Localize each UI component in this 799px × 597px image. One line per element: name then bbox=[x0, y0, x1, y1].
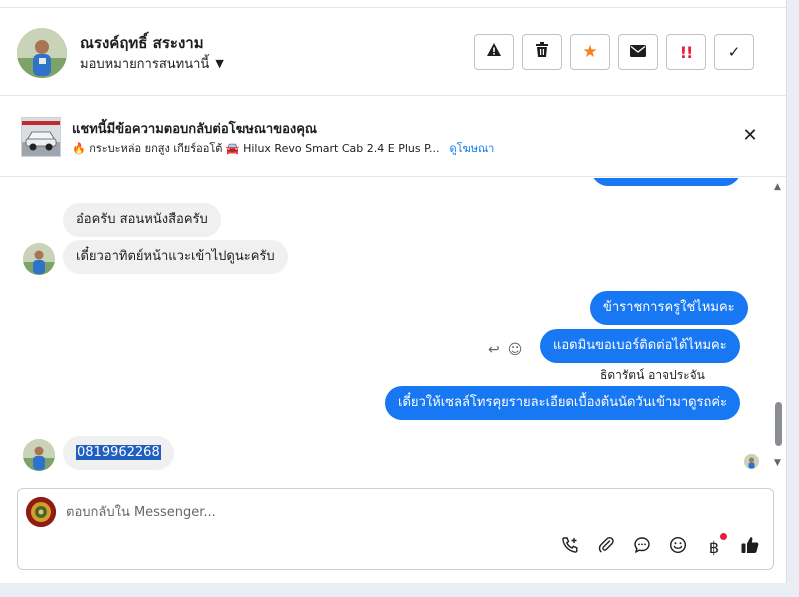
selected-phone-number[interactable]: 0819962268 bbox=[76, 445, 161, 460]
page-avatar bbox=[26, 497, 56, 527]
close-icon[interactable]: ✕ bbox=[740, 126, 760, 146]
emoji-button[interactable] bbox=[667, 536, 689, 558]
delete-button[interactable] bbox=[522, 34, 562, 70]
ad-notice-title: แชทนี้มีข้อความตอบกลับต่อโฆษณาของคุณ bbox=[72, 122, 317, 137]
sender-name: ธิดารัตน์ อาจประจัน bbox=[600, 368, 705, 382]
previous-outgoing-bubble bbox=[591, 178, 741, 186]
star-button[interactable]: ★ bbox=[570, 34, 610, 70]
attach-button[interactable] bbox=[595, 536, 617, 558]
star-icon: ★ bbox=[582, 42, 598, 62]
thumbs-up-icon bbox=[740, 535, 760, 559]
header-actions: ★ !! ✓ bbox=[474, 34, 754, 70]
message-thread: อ๋อครับ สอนหนังสือครับ เดี๋ยวอาทิตย์หน้า… bbox=[0, 178, 787, 480]
conversation-header: ณรงค์ฤทธิ์ สระงาม มอบหมายการสนทนานี้ ▼ ★ bbox=[0, 8, 787, 96]
reply-input[interactable] bbox=[66, 503, 566, 521]
call-button[interactable] bbox=[559, 536, 581, 558]
mail-icon bbox=[630, 43, 646, 61]
contact-name[interactable]: ณรงค์ฤทธิ์ สระงาม bbox=[80, 31, 204, 55]
contact-avatar[interactable] bbox=[17, 28, 67, 78]
ad-reply-notice: แชทนี้มีข้อความตอบกลับต่อโฆษณาของคุณ 🔥 ก… bbox=[0, 97, 787, 177]
emoji-icon bbox=[669, 536, 687, 558]
outgoing-message[interactable]: แอดมินขอเบอร์ติดต่อได้ไหมคะ bbox=[540, 329, 740, 363]
scrollbar-thumb[interactable] bbox=[775, 402, 782, 446]
assign-conversation-dropdown[interactable]: มอบหมายการสนทนานี้ ▼ bbox=[80, 53, 224, 74]
outgoing-message[interactable]: เดี๋ยวให้เซลล์โทรคุยรายละเอียดเบื้องต้นน… bbox=[385, 386, 741, 420]
conversation-panel: ณรงค์ฤทธิ์ สระงาม มอบหมายการสนทนานี้ ▼ ★ bbox=[0, 0, 787, 583]
message-hover-actions: ↩ ☺ bbox=[488, 342, 522, 358]
contact-avatar-small bbox=[23, 243, 55, 275]
scroll-down-arrow-icon[interactable]: ▼ bbox=[774, 458, 781, 468]
assign-label: มอบหมายการสนทนานี้ bbox=[80, 57, 210, 72]
react-emoji-icon[interactable]: ☺ bbox=[508, 342, 523, 358]
baht-icon: ฿ bbox=[708, 537, 720, 557]
reply-icon[interactable]: ↩ bbox=[488, 342, 500, 358]
priority-icon: !! bbox=[679, 42, 694, 62]
scroll-up-arrow-icon[interactable]: ▲ bbox=[774, 182, 781, 192]
phone-plus-icon bbox=[561, 536, 579, 558]
thread-scrollbar[interactable]: ▲ ▼ bbox=[771, 178, 787, 480]
incoming-message[interactable]: เดี๋ยวอาทิตย์หน้าแวะเข้าไปดูนะครับ bbox=[63, 240, 288, 274]
mark-spam-button[interactable] bbox=[474, 34, 514, 70]
payment-button[interactable]: ฿ bbox=[703, 533, 727, 558]
seen-indicator-avatar bbox=[744, 454, 759, 469]
caret-down-icon: ▼ bbox=[215, 57, 224, 70]
mark-done-button[interactable]: ✓ bbox=[714, 34, 754, 70]
paperclip-icon bbox=[597, 536, 615, 558]
saved-replies-button[interactable] bbox=[631, 536, 653, 558]
incoming-message[interactable]: อ๋อครับ สอนหนังสือครับ bbox=[63, 203, 221, 237]
ad-caption: 🔥 กระบะหล่อ ยกสูง เกียร์ออโต้ 🚘 Hilux Re… bbox=[72, 142, 440, 155]
ad-notice-subtitle: 🔥 กระบะหล่อ ยกสูง เกียร์ออโต้ 🚘 Hilux Re… bbox=[72, 139, 494, 157]
warning-icon bbox=[486, 42, 502, 62]
like-button[interactable] bbox=[739, 536, 761, 558]
trash-icon bbox=[535, 42, 549, 62]
message-composer: ฿ bbox=[17, 488, 774, 570]
ad-thumbnail[interactable] bbox=[21, 117, 61, 157]
view-ad-link[interactable]: ดูโฆษณา bbox=[450, 139, 495, 157]
composer-toolbar: ฿ bbox=[559, 533, 761, 558]
check-icon: ✓ bbox=[727, 43, 741, 61]
notification-dot bbox=[720, 533, 727, 540]
follow-up-button[interactable]: !! bbox=[666, 34, 706, 70]
chat-bubble-icon bbox=[633, 536, 651, 558]
contact-avatar-small bbox=[23, 439, 55, 471]
outgoing-message[interactable]: ข้าราชการครูใช่ไหมคะ bbox=[590, 291, 748, 325]
incoming-message[interactable]: 0819962268 bbox=[63, 436, 174, 470]
mark-unread-button[interactable] bbox=[618, 34, 658, 70]
